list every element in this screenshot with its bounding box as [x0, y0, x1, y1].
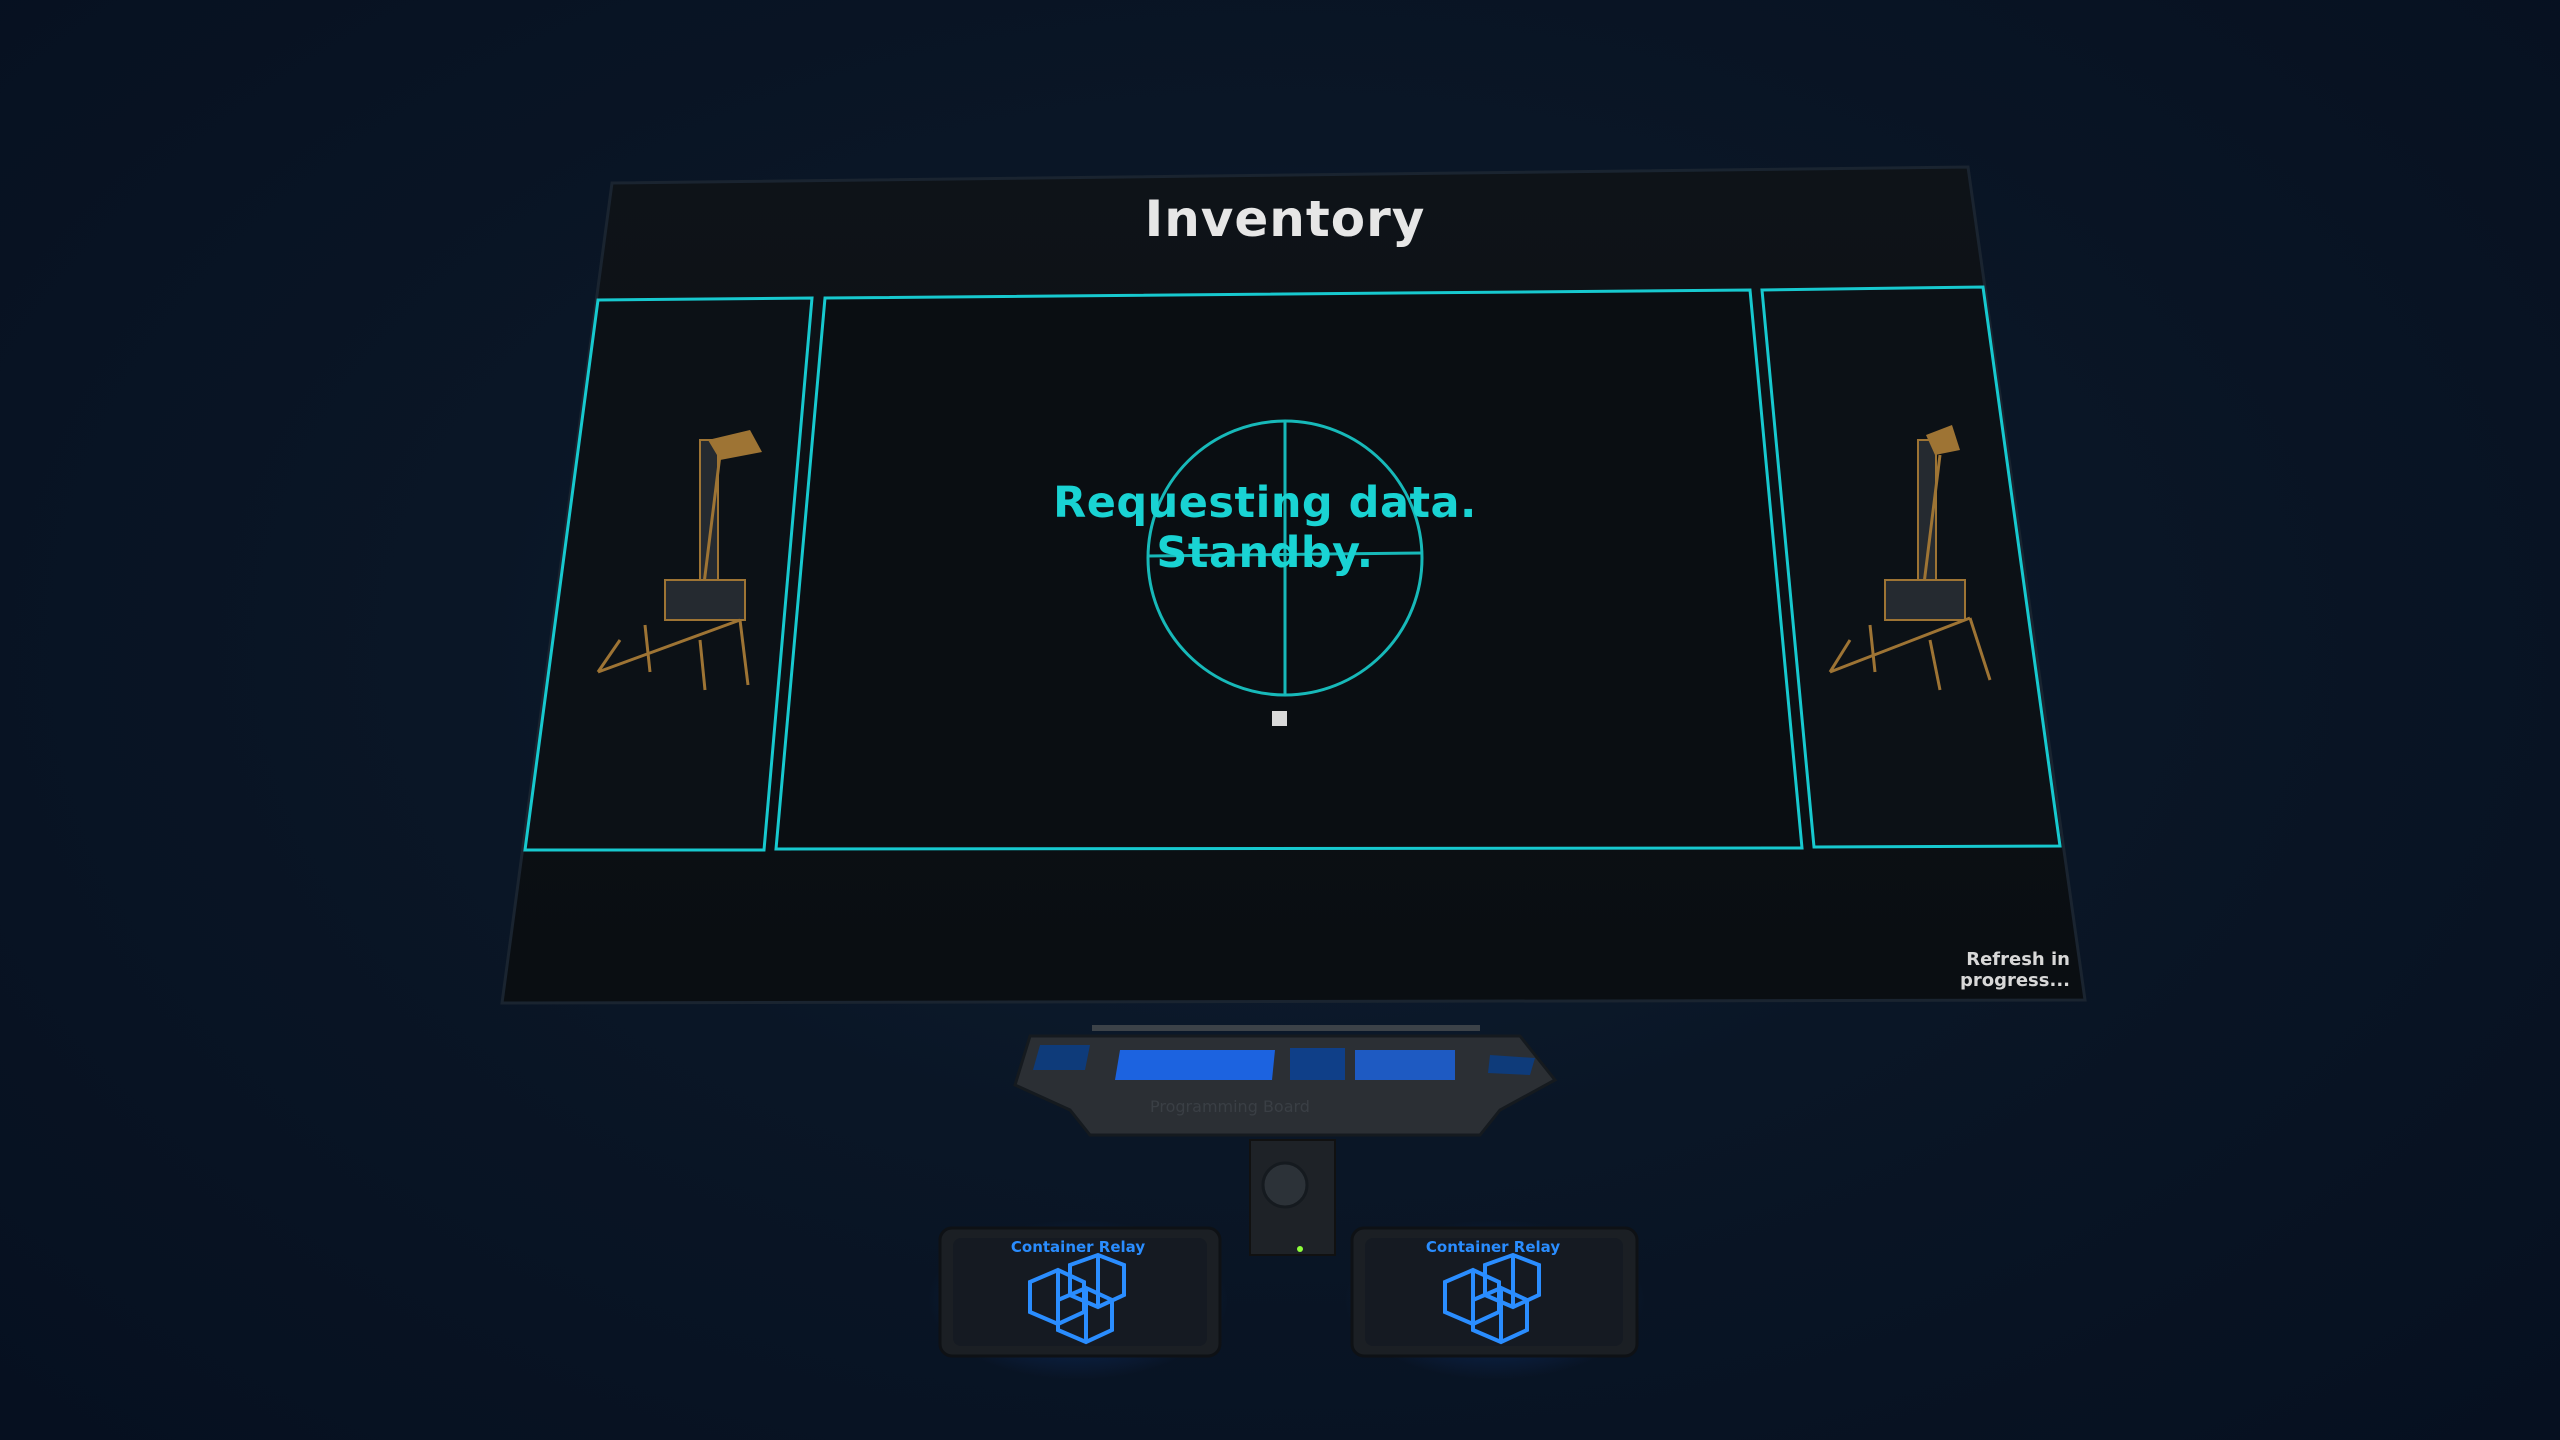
status-message: Requesting data. Standby.	[1053, 478, 1477, 578]
loading-indicator-dot	[1272, 711, 1287, 726]
container-relay-label-left: Container Relay	[1010, 1238, 1146, 1256]
screen-title: Inventory	[1144, 190, 1426, 248]
container-relay-label-right: Container Relay	[1425, 1238, 1561, 1256]
programming-board-label: Programming Board	[1150, 1097, 1310, 1116]
left-side-panel[interactable]	[523, 296, 814, 852]
scene: Inventory Requesting data. Standby. Refr…	[0, 0, 2560, 1440]
programming-board[interactable]	[1013, 1025, 1558, 1256]
right-side-panel[interactable]	[1760, 285, 2062, 849]
refresh-status: Refresh in progress...	[1959, 949, 2070, 991]
